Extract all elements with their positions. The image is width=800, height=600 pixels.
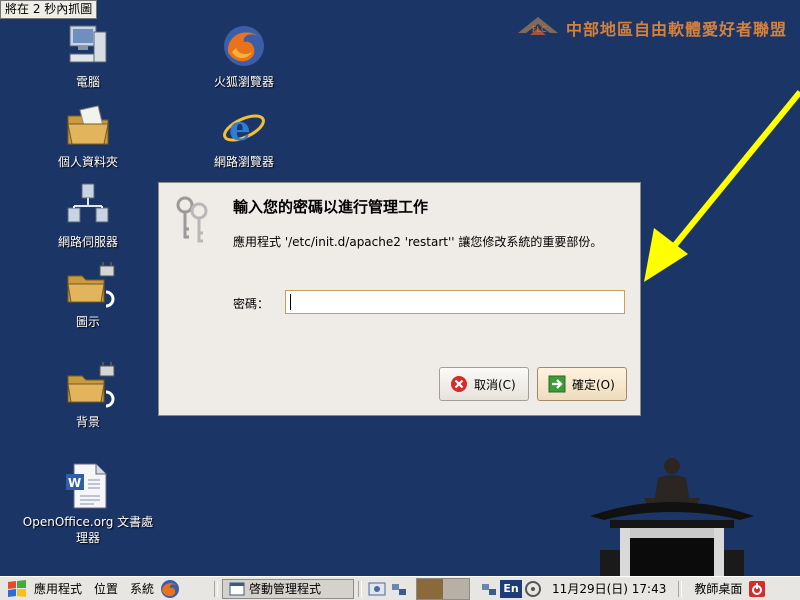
panel-separator <box>358 580 363 597</box>
desktop-icon-web-browser[interactable]: e 網路瀏覽器 <box>184 102 304 170</box>
brand-logo-icon: FLC <box>518 17 558 35</box>
password-label: 密碼： <box>233 297 270 311</box>
panel-separator <box>214 580 219 597</box>
computer-icon <box>64 22 112 70</box>
desktop-icon-background-folder[interactable]: 背景 <box>28 358 148 430</box>
screenshot-applet-icon[interactable] <box>368 580 386 598</box>
internet-explorer-icon: e <box>220 102 268 150</box>
bottom-panel: 應用程式 位置 系統 啓動管理程式 En 11月29日(日) 17:43 教師桌… <box>0 576 800 600</box>
window-icon <box>229 582 245 595</box>
desktop-icon-label: 火狐瀏覽器 <box>213 75 274 89</box>
network-server-icon <box>64 182 112 230</box>
desktop-icon-label: 網路瀏覽器 <box>213 155 274 169</box>
desktop-icon-computer[interactable]: 電腦 <box>28 22 148 90</box>
desktop-icon-label: 背景 <box>75 415 100 429</box>
desktop-icon-label: OpenOffice.org 文書處理器 <box>22 515 154 545</box>
desktop-icon-label: 圖示 <box>75 315 100 329</box>
temple-buddha-decoration-icon <box>590 458 754 576</box>
keyboard-layout-indicator[interactable]: En <box>500 579 523 598</box>
brand-banner: FLC 中部地區自由軟體愛好者聯盟 <box>516 12 787 44</box>
taskbar-window-label: 啓動管理程式 <box>249 582 322 596</box>
workspace-1[interactable] <box>417 578 444 599</box>
firefox-launcher[interactable] <box>160 578 180 600</box>
places-menu-label: 位置 <box>94 582 119 596</box>
locked-folder-icon <box>64 258 115 310</box>
show-desktop-label[interactable]: 教師桌面 <box>694 580 742 597</box>
svg-text:e: e <box>229 109 251 149</box>
svg-text:W: W <box>68 476 81 490</box>
brand-text: 中部地區自由軟體愛好者聯盟 <box>566 20 788 39</box>
writer-document-icon: W <box>64 462 112 510</box>
cancel-button[interactable]: 取消(C) <box>439 367 529 401</box>
annotation-arrow-icon <box>644 90 800 282</box>
cancel-button-label: 取消(C) <box>474 377 516 392</box>
ok-button[interactable]: 確定(O) <box>537 367 627 401</box>
desktop-icon-label: 個人資料夾 <box>57 155 118 169</box>
places-menu[interactable]: 位置 <box>94 578 118 600</box>
password-input[interactable] <box>285 290 625 314</box>
capture-countdown-notice: 將在 2 秒內抓圖 <box>0 0 98 19</box>
dialog-title: 輸入您的密碼以進行管理工作 <box>233 198 429 216</box>
workspace-switcher[interactable] <box>416 577 471 600</box>
network-monitor-icon[interactable] <box>390 580 408 598</box>
cancel-icon <box>451 376 467 392</box>
locked-folder-icon <box>64 358 115 410</box>
desktop-icon-openoffice-writer[interactable]: W OpenOffice.org 文書處理器 <box>18 462 158 546</box>
desktop-icon-home-folder[interactable]: 個人資料夾 <box>28 102 148 170</box>
system-menu-label: 系統 <box>130 582 155 596</box>
update-notifier-icon[interactable] <box>524 580 542 598</box>
password-dialog: 輸入您的密碼以進行管理工作 應用程式 '/etc/init.d/apache2 … <box>158 182 641 416</box>
desktop-icon-icons-folder[interactable]: 圖示 <box>28 258 148 330</box>
desktop-icon-firefox[interactable]: 火狐瀏覽器 <box>184 22 304 90</box>
home-folder-icon <box>64 102 112 150</box>
taskbar-window-button[interactable]: 啓動管理程式 <box>222 578 355 599</box>
desktop-icon-network-server[interactable]: 網路伺服器 <box>28 182 148 250</box>
desktop-icon-label: 網路伺服器 <box>57 235 118 249</box>
firefox-icon <box>220 22 268 70</box>
system-menu[interactable]: 系統 <box>130 578 154 600</box>
workspace-2[interactable] <box>443 578 470 599</box>
logout-icon[interactable] <box>748 580 766 598</box>
firefox-icon <box>161 579 180 598</box>
desktop-icon-label: 電腦 <box>75 75 100 89</box>
keys-icon <box>176 196 208 243</box>
svg-text:FLC: FLC <box>532 25 547 34</box>
windows-logo-icon <box>8 579 26 597</box>
panel-separator <box>678 580 683 597</box>
volume-mixer-icon[interactable] <box>480 580 498 598</box>
text-caret <box>290 294 291 310</box>
ok-button-label: 確定(O) <box>572 377 615 392</box>
confirm-arrow-icon <box>548 375 566 393</box>
dialog-message: 應用程式 '/etc/init.d/apache2 'restart'' 讓您修… <box>233 235 603 249</box>
applications-menu[interactable]: 應用程式 <box>6 578 82 600</box>
applications-menu-label: 應用程式 <box>34 582 83 596</box>
clock[interactable]: 11月29日(日) 17:43 <box>552 580 666 597</box>
